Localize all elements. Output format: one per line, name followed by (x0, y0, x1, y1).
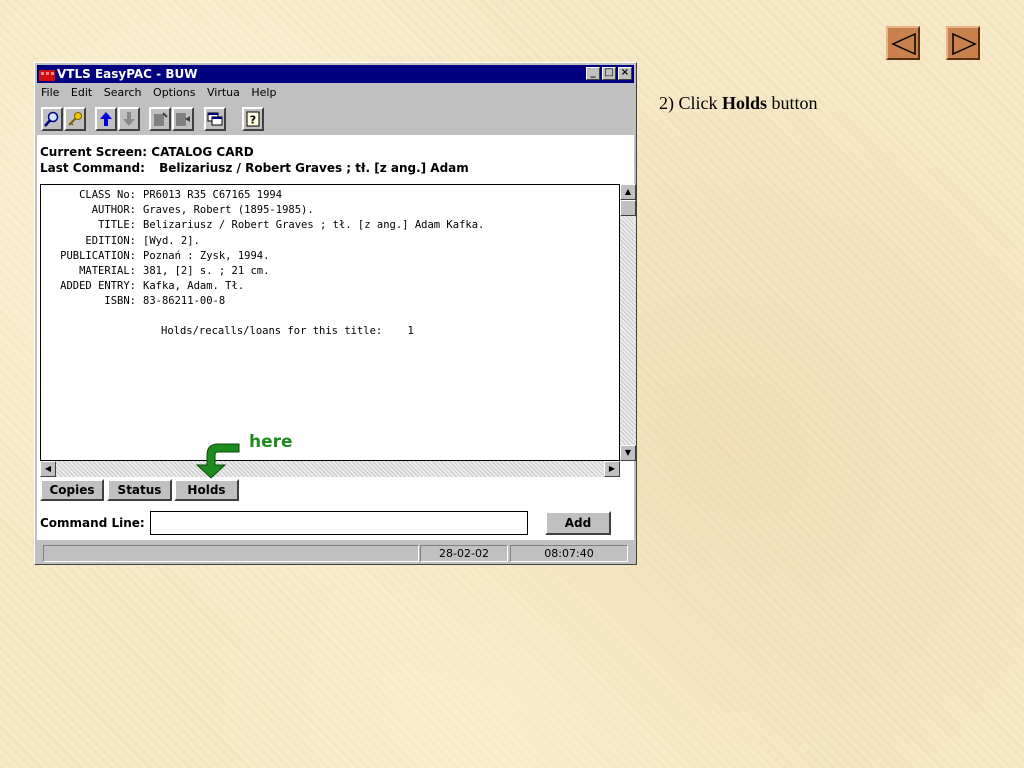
catalog-card: CLASS No: PR6013 R35 C67165 1994 AUTHOR: G… (40, 184, 620, 461)
document-export-icon (176, 113, 190, 126)
vertical-scrollbar[interactable]: ▲ ▼ (620, 184, 636, 461)
close-button[interactable]: × (618, 67, 632, 80)
last-command-label: Last Command: (40, 161, 145, 175)
catalog-row: AUTHOR: Graves, Robert (1895-1985). (43, 203, 484, 218)
current-screen-label: Current Screen: (40, 145, 148, 159)
instruction-caption: 2) Click Holds button (659, 93, 818, 114)
catalog-row: TITLE: Belizariusz / Robert Graves ; tł. … (43, 218, 484, 233)
field-label: CLASS No: (79, 189, 136, 201)
scroll-left-button[interactable]: ◀ (40, 461, 56, 477)
search-tool-button[interactable] (41, 107, 63, 131)
key-tool-button[interactable] (64, 107, 86, 131)
scroll-thumb[interactable] (620, 200, 636, 216)
catalog-table: CLASS No: PR6013 R35 C67165 1994 AUTHOR: G… (43, 188, 484, 310)
caption-bold: Holds (722, 93, 768, 113)
arrow-up-icon (100, 112, 112, 126)
status-date: 28-02-02 (420, 545, 508, 562)
caption-suffix: button (767, 93, 818, 113)
maximize-button[interactable]: □ (602, 67, 616, 80)
field-value: PR6013 R35 C67165 1994 (143, 189, 283, 201)
holds-button[interactable]: Holds (174, 479, 239, 501)
field-value: 381, [2] s. ; 21 cm. (143, 265, 270, 278)
status-message (43, 545, 419, 562)
command-line-label: Command Line: (40, 516, 145, 530)
document-edit-icon (154, 112, 168, 126)
question-mark-icon: ? (246, 111, 260, 127)
field-label: TITLE: (98, 219, 136, 232)
field-label: ISBN: (104, 295, 136, 308)
menu-virtua[interactable]: Virtua (207, 86, 240, 99)
status-time: 08:07:40 (510, 545, 628, 562)
field-label: MATERIAL: (79, 265, 136, 278)
title-bar[interactable]: VTLS EasyPAC - BUW _ □ × (37, 65, 634, 83)
info-panel: Current Screen: CATALOG CARD Last Comman… (37, 135, 636, 540)
status-button[interactable]: Status (107, 479, 172, 501)
catalog-row: MATERIAL: 381, [2] s. ; 21 cm. (43, 264, 484, 279)
curved-arrow-icon (195, 443, 240, 479)
field-label: PUBLICATION: (60, 249, 136, 262)
key-icon (68, 112, 82, 126)
field-value: Graves, Robert (1895-1985). (143, 204, 314, 217)
next-slide-button[interactable] (946, 26, 980, 60)
easypac-window: VTLS EasyPAC - BUW _ □ × File Edit Searc… (34, 62, 637, 565)
holds-count-line: Holds/recalls/loans for this title: 1 (161, 325, 414, 337)
up-tool-button[interactable] (95, 107, 117, 131)
field-value: [Wyd. 2]. (143, 234, 200, 247)
field-value: Poznań : Zysk, 1994. (143, 249, 270, 262)
minimize-button[interactable]: _ (586, 67, 600, 80)
export-tool-button[interactable] (172, 107, 194, 131)
menu-help[interactable]: Help (251, 86, 276, 99)
current-screen-line: Current Screen: CATALOG CARD (40, 145, 254, 159)
field-label: ADDED ENTRY: (60, 280, 136, 293)
right-triangle-icon (952, 32, 977, 56)
catalog-row: EDITION: [Wyd. 2]. (43, 234, 484, 249)
left-triangle-icon (891, 32, 916, 56)
windows-icon (207, 112, 223, 126)
magnifier-icon (44, 111, 59, 127)
app-icon (39, 67, 55, 81)
arrow-down-icon (123, 112, 135, 126)
caption-prefix: 2) Click (659, 93, 722, 113)
record-tool-button[interactable] (149, 107, 171, 131)
field-label: EDITION: (85, 234, 136, 247)
command-line-input[interactable] (150, 511, 528, 535)
window-title: VTLS EasyPAC - BUW (57, 67, 198, 81)
annotation-here: here (249, 432, 293, 452)
field-label: AUTHOR: (91, 204, 136, 217)
scroll-right-button[interactable]: ▶ (604, 461, 620, 477)
menu-search[interactable]: Search (104, 86, 142, 99)
down-tool-button[interactable] (118, 107, 140, 131)
menu-file[interactable]: File (41, 86, 59, 99)
menu-edit[interactable]: Edit (71, 86, 92, 99)
field-value: Kafka, Adam. Tł. (143, 280, 245, 293)
svg-text:?: ? (250, 114, 256, 127)
last-command-line: Last Command: Belizariusz / Robert Grave… (40, 161, 469, 175)
previous-slide-button[interactable] (886, 26, 920, 60)
current-screen-value: CATALOG CARD (151, 145, 254, 159)
status-bar: 28-02-02 08:07:40 (37, 543, 634, 563)
windows-tool-button[interactable] (204, 107, 226, 131)
catalog-row: PUBLICATION: Poznań : Zysk, 1994. (43, 249, 484, 264)
add-button[interactable]: Add (545, 511, 611, 535)
field-value: 83-86211-00-8 (143, 295, 226, 308)
catalog-row: ISBN: 83-86211-00-8 (43, 294, 484, 309)
copies-button[interactable]: Copies (40, 479, 104, 501)
catalog-row: CLASS No: PR6013 R35 C67165 1994 (43, 188, 484, 203)
catalog-row: ADDED ENTRY: Kafka, Adam. Tł. (43, 279, 484, 294)
field-value: Belizariusz / Robert Graves ; tł. [z ang… (143, 219, 485, 232)
horizontal-scrollbar[interactable]: ◀ ▶ (40, 461, 620, 477)
scroll-down-button[interactable]: ▼ (620, 445, 636, 461)
scroll-up-button[interactable]: ▲ (620, 184, 636, 200)
menu-bar: File Edit Search Options Virtua Help (41, 86, 284, 102)
last-command-value: Belizariusz / Robert Graves ; tł. [z ang… (159, 161, 469, 175)
menu-options[interactable]: Options (153, 86, 195, 99)
help-tool-button[interactable]: ? (242, 107, 264, 131)
